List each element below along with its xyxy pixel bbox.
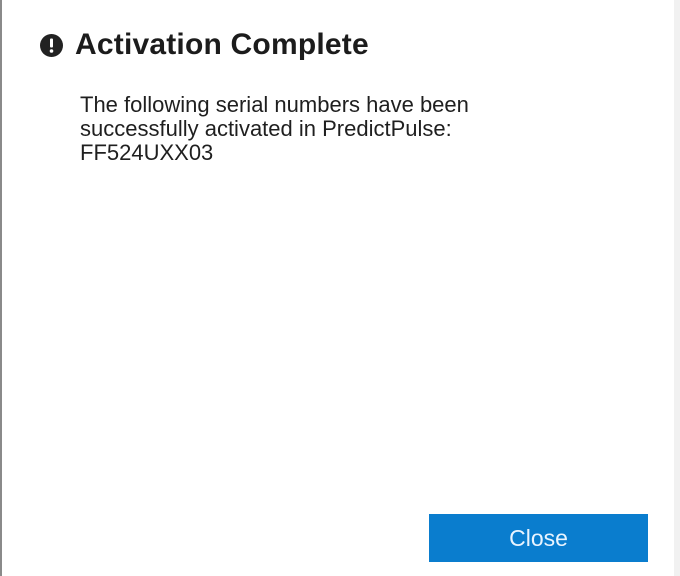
dialog-header: Activation Complete	[40, 28, 369, 62]
dialog-left-border	[0, 0, 2, 576]
activation-dialog: Activation Complete The following serial…	[0, 0, 680, 576]
dialog-message: The following serial numbers have been s…	[80, 93, 600, 165]
message-line-1: The following serial numbers have been	[80, 92, 469, 117]
message-line-2: successfully activated in PredictPulse:	[80, 116, 452, 141]
serial-number: FF524UXX03	[80, 140, 214, 165]
dialog-right-edge	[674, 0, 680, 576]
dialog-title: Activation Complete	[75, 28, 369, 61]
exclamation-circle-icon	[40, 33, 63, 57]
close-button[interactable]: Close	[429, 514, 648, 562]
